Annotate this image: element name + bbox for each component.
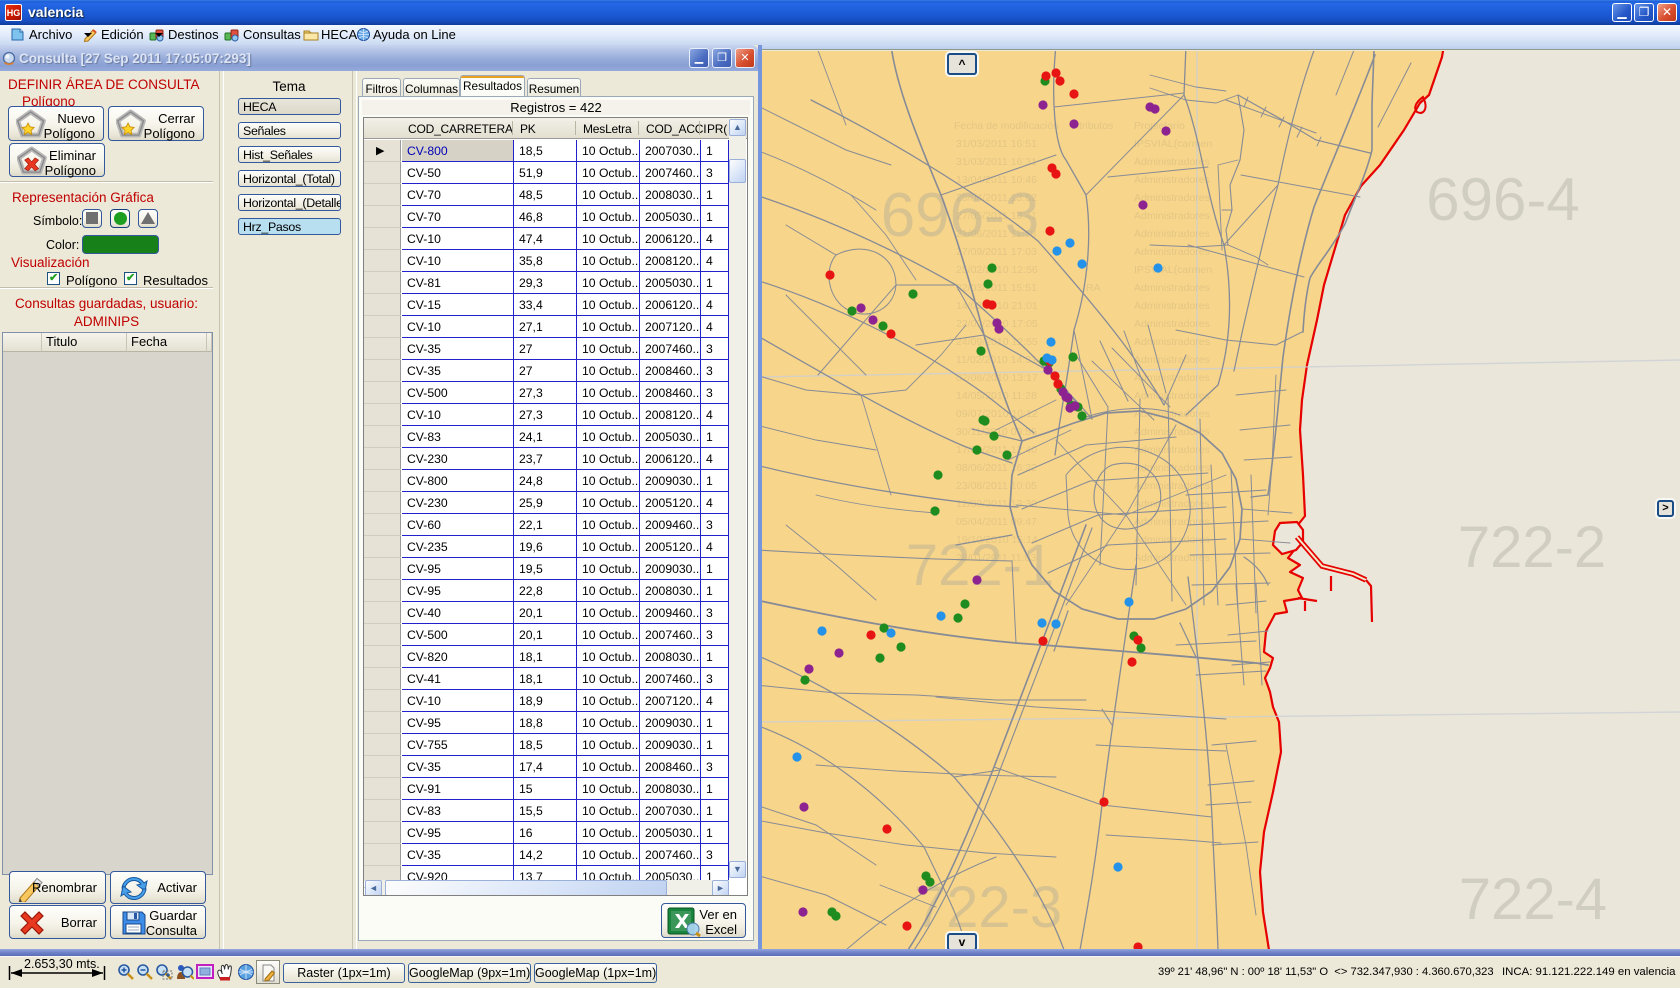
svg-text:Administradores: Administradores — [1134, 516, 1210, 528]
svg-text:696-4: 696-4 — [1426, 166, 1579, 233]
svg-text:31/03/2011 16:51: 31/03/2011 16:51 — [956, 138, 1037, 150]
svg-text:Propietario: Propietario — [1134, 120, 1185, 132]
svg-text:IPSVIAL(carmen: IPSVIAL(carmen — [1134, 264, 1212, 276]
svg-text:23/08/2011 10:05: 23/08/2011 10:05 — [956, 480, 1037, 492]
svg-text:19/10/2010 15:14: 19/10/2010 15:14 — [956, 534, 1038, 546]
svg-text:27/05/2011 13:41: 27/05/2011 13:41 — [956, 210, 1037, 222]
svg-text:25/04/2011 13:52: 25/04/2011 13:52 — [956, 192, 1037, 204]
svg-text:Administradores: Administradores — [1134, 210, 1210, 222]
svg-text:Administradores: Administradores — [1134, 390, 1210, 402]
svg-text:Fecha de modificación: Fecha de modificación — [954, 120, 1059, 132]
svg-text:14/05/2010 11:28: 14/05/2010 11:28 — [956, 390, 1037, 402]
svg-text:Administradores: Administradores — [1134, 300, 1210, 312]
svg-text:Administradores: Administradores — [1134, 174, 1210, 186]
svg-text:11/02/2010 14:31: 11/02/2010 14:31 — [956, 354, 1037, 366]
svg-text:Administradores: Administradores — [1134, 444, 1210, 456]
svg-text:Administradores: Administradores — [1134, 228, 1210, 240]
svg-text:Administradores: Administradores — [1134, 336, 1210, 348]
svg-text:IPSVIAL(carmen: IPSVIAL(carmen — [1134, 138, 1212, 150]
svg-text:Administradores: Administradores — [1134, 552, 1210, 564]
svg-text:Administradores: Administradores — [1134, 498, 1210, 510]
svg-text:22/03/2011 15:51: 22/03/2011 15:51 — [956, 282, 1037, 294]
svg-text:722-4: 722-4 — [1459, 867, 1607, 932]
svg-text:09/07/2010 10:12: 09/07/2010 10:12 — [956, 408, 1038, 420]
svg-text:25/02/2010 12:56: 25/02/2010 12:56 — [956, 264, 1038, 276]
svg-text:27/09/2011 17:03: 27/09/2011 17:03 — [956, 246, 1037, 258]
svg-text:17/01/2011 12:40: 17/01/2011 12:40 — [956, 444, 1037, 456]
svg-text:28/01/2011 11:03: 28/01/2011 11:03 — [956, 552, 1036, 564]
svg-text:RA: RA — [1086, 282, 1101, 294]
svg-text:Administradores: Administradores — [1134, 354, 1210, 366]
svg-text:Administradores: Administradores — [1134, 282, 1210, 294]
svg-text:Administradores: Administradores — [1134, 156, 1210, 168]
svg-text:722-3: 722-3 — [914, 875, 1062, 940]
svg-text:Atributos: Atributos — [1072, 120, 1113, 132]
svg-text:Administradores: Administradores — [1134, 318, 1210, 330]
svg-text:05/04/2011 09:47: 05/04/2011 09:47 — [956, 516, 1037, 528]
svg-text:722-2: 722-2 — [1458, 515, 1606, 580]
